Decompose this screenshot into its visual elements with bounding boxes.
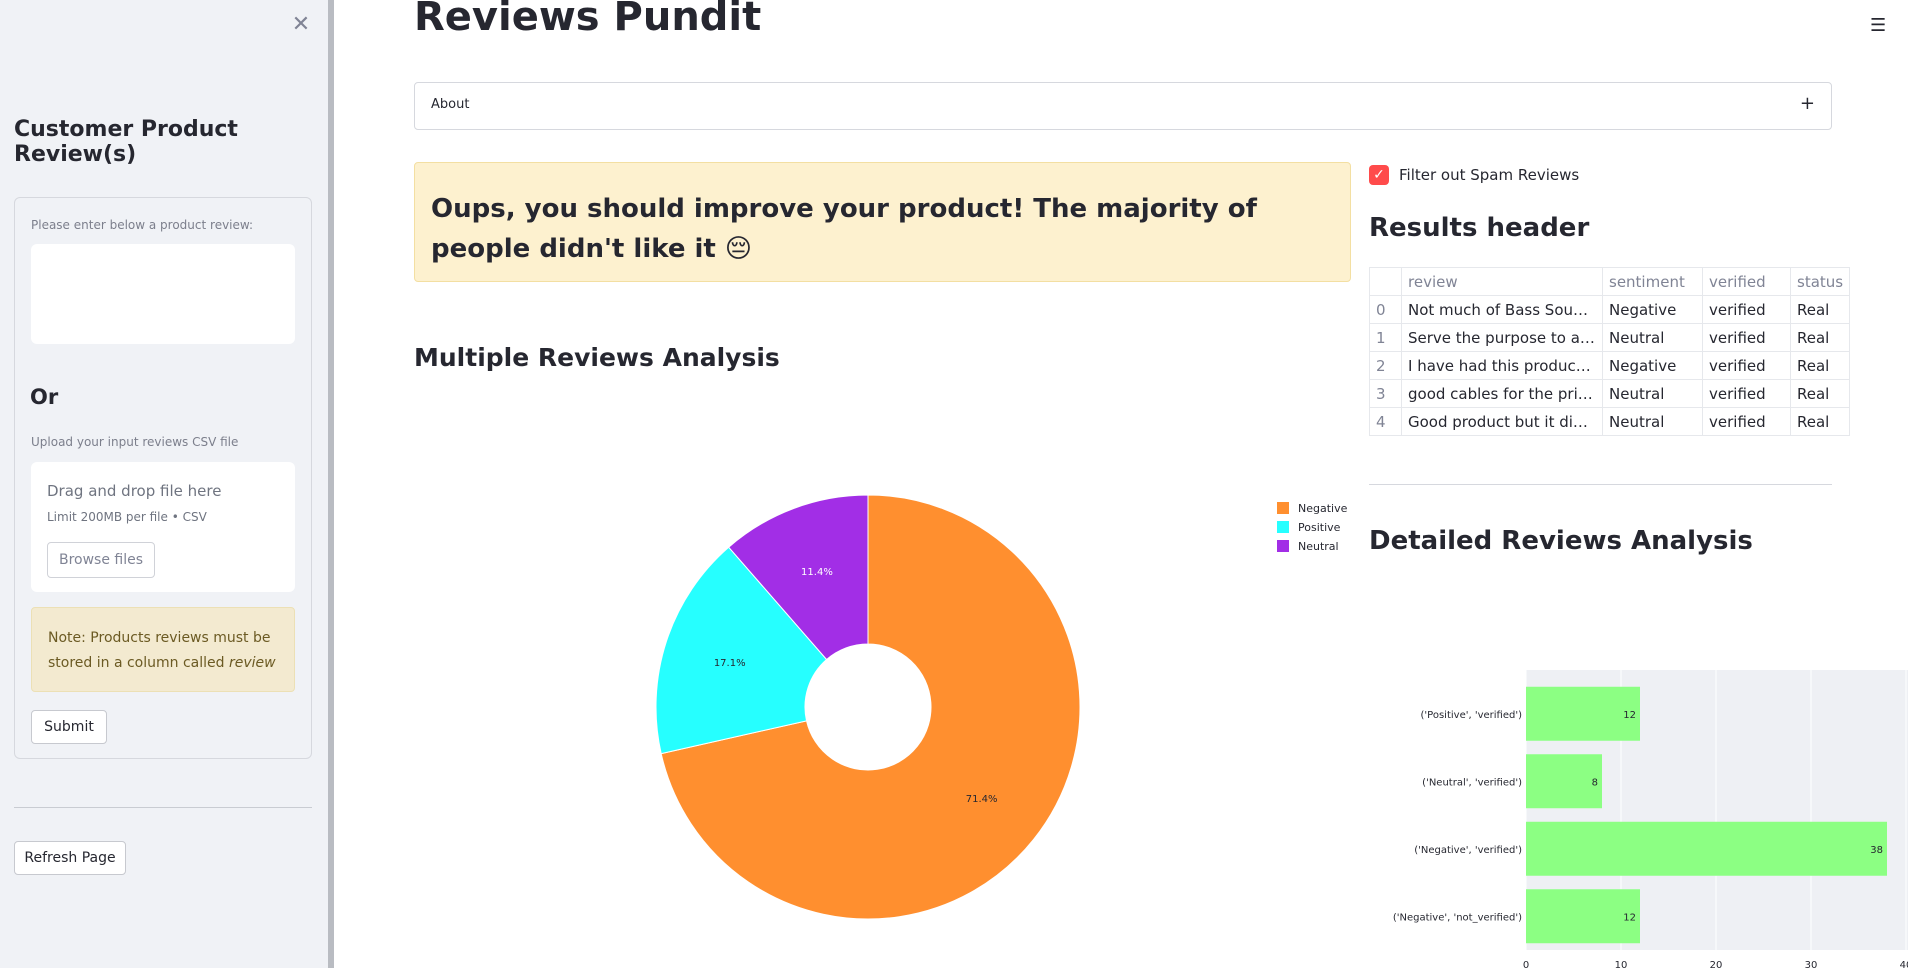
- bar-value-label: 8: [1592, 777, 1598, 788]
- filter-spam-label[interactable]: Filter out Spam Reviews: [1399, 165, 1579, 185]
- x-tick-label: 0: [1523, 960, 1529, 968]
- sentiment-cell: Negative: [1602, 295, 1703, 324]
- submit-button[interactable]: Submit: [31, 710, 107, 744]
- sidebar-divider: [14, 807, 312, 808]
- review-cell-text: Not much of Bass Sound …: [1408, 300, 1596, 319]
- column-header[interactable]: verified: [1702, 267, 1791, 296]
- sidebar-resize-handle[interactable]: [328, 0, 334, 968]
- review-cell: Serve the purpose to a T, …: [1401, 323, 1603, 352]
- bar: [1526, 754, 1602, 809]
- row-index: 4: [1369, 407, 1402, 436]
- or-heading: Or: [30, 385, 59, 409]
- verified-cell: verified: [1702, 407, 1791, 436]
- review-form: Please enter below a product review: Or …: [14, 197, 312, 759]
- refresh-page-button[interactable]: Refresh Page: [14, 841, 126, 875]
- results-heading: Results header: [1369, 213, 1590, 243]
- column-header[interactable]: review: [1401, 267, 1603, 296]
- pie-slice-label: 17.1%: [714, 658, 746, 669]
- verified-cell: verified: [1702, 379, 1791, 408]
- verified-cell: verified: [1702, 295, 1791, 324]
- dropzone-title: Drag and drop file here: [47, 482, 222, 500]
- row-index: 3: [1369, 379, 1402, 408]
- status-cell: Real: [1789, 323, 1851, 352]
- x-tick-label: 40: [1900, 960, 1908, 968]
- legend-swatch: [1277, 540, 1289, 552]
- warning-message: Oups, you should improve your product! T…: [414, 162, 1351, 282]
- pie-slice-label: 71.4%: [966, 794, 998, 805]
- review-cell-text: I have had this product fo…: [1408, 356, 1596, 375]
- section-divider: [1369, 484, 1832, 485]
- table-row[interactable]: 1 Serve the purpose to a T, … Neutral ve…: [1369, 323, 1851, 352]
- y-tick-label: ('Positive', 'verified'): [1421, 710, 1523, 721]
- legend-label: Positive: [1298, 521, 1341, 534]
- sidebar-title: Customer Product Review(s): [14, 117, 238, 167]
- column-header[interactable]: status: [1789, 267, 1851, 296]
- pie-slice-label: 11.4%: [801, 567, 833, 578]
- browse-files-button[interactable]: Browse files: [47, 542, 155, 578]
- status-cell: Real: [1789, 295, 1851, 324]
- sentiment-donut-chart: 71.4% 17.1% 11.4% Negative Positive Neutral: [655, 494, 1348, 920]
- status-cell: Real: [1789, 351, 1851, 380]
- multiple-reviews-heading: Multiple Reviews Analysis: [414, 343, 780, 372]
- filter-spam-checkbox[interactable]: ✓: [1369, 165, 1389, 185]
- plus-icon: +: [1799, 93, 1815, 114]
- legend-label: Negative: [1298, 502, 1348, 515]
- note-emphasis: review: [228, 655, 276, 671]
- hamburger-menu-icon[interactable]: ☰: [1870, 16, 1890, 36]
- verified-cell: verified: [1702, 323, 1791, 352]
- sentiment-cell: Negative: [1602, 351, 1703, 380]
- sidebar: ✕ Customer Product Review(s) Please ente…: [0, 0, 328, 968]
- sentiment-cell: Neutral: [1602, 407, 1703, 436]
- y-tick-label: ('Neutral', 'verified'): [1422, 777, 1522, 788]
- table-row[interactable]: 3 good cables for the price, … Neutral v…: [1369, 379, 1851, 408]
- bar: [1526, 821, 1887, 876]
- y-tick-label: ('Negative', 'verified'): [1414, 845, 1522, 856]
- file-dropzone[interactable]: Drag and drop file here Limit 200MB per …: [31, 462, 295, 592]
- y-tick-label: ('Negative', 'not_verified'): [1393, 912, 1522, 923]
- row-index: 2: [1369, 351, 1402, 380]
- table-row[interactable]: 4 Good product but it did n… Neutral ver…: [1369, 407, 1851, 436]
- x-tick-label: 20: [1710, 960, 1723, 968]
- status-cell: Real: [1789, 379, 1851, 408]
- verified-cell: verified: [1702, 351, 1791, 380]
- sentiment-cell: Neutral: [1602, 379, 1703, 408]
- review-cell: good cables for the price, …: [1401, 379, 1603, 408]
- bar-value-label: 12: [1623, 912, 1636, 923]
- column-header[interactable]: sentiment: [1602, 267, 1703, 296]
- bar-value-label: 12: [1623, 710, 1636, 721]
- note-box: Note: Products reviews must be stored in…: [31, 607, 295, 692]
- review-cell-text: Good product but it did n…: [1408, 412, 1596, 431]
- legend-label: Neutral: [1298, 540, 1339, 553]
- index-header: [1369, 267, 1402, 296]
- detailed-reviews-heading: Detailed Reviews Analysis: [1369, 526, 1753, 556]
- x-tick-label: 30: [1805, 960, 1818, 968]
- sentiment-cell: Neutral: [1602, 323, 1703, 352]
- review-cell: I have had this product fo…: [1401, 351, 1603, 380]
- row-index: 0: [1369, 295, 1402, 324]
- close-icon[interactable]: ✕: [289, 13, 313, 37]
- row-index: 1: [1369, 323, 1402, 352]
- review-input-label: Please enter below a product review:: [31, 218, 254, 232]
- results-table: review sentiment verified status 0 Not m…: [1369, 267, 1851, 436]
- review-textarea[interactable]: [31, 244, 295, 344]
- upload-label: Upload your input reviews CSV file: [31, 435, 239, 449]
- review-cell: Good product but it did n…: [1401, 407, 1603, 436]
- table-header-row: review sentiment verified status: [1369, 267, 1851, 296]
- dropzone-limit: Limit 200MB per file • CSV: [47, 510, 207, 524]
- table-row[interactable]: 0 Not much of Bass Sound … Negative veri…: [1369, 295, 1851, 324]
- detailed-bar-chart: 0 10 20 30 40 12 ('Positive', 'verified') 8 ('Ne…: [1393, 670, 1908, 968]
- legend-swatch: [1277, 521, 1289, 533]
- table-row[interactable]: 2 I have had this product fo… Negative v…: [1369, 351, 1851, 380]
- bar-value-label: 38: [1870, 845, 1883, 856]
- page-title: Reviews Pundit: [414, 0, 762, 40]
- review-cell-text: good cables for the price, …: [1408, 384, 1596, 403]
- about-label: About: [431, 97, 470, 112]
- x-tick-label: 10: [1615, 960, 1628, 968]
- legend-swatch: [1277, 502, 1289, 514]
- review-cell-text: Serve the purpose to a T, …: [1408, 328, 1596, 347]
- about-expander[interactable]: About +: [414, 82, 1832, 130]
- status-cell: Real: [1789, 407, 1851, 436]
- review-cell: Not much of Bass Sound …: [1401, 295, 1603, 324]
